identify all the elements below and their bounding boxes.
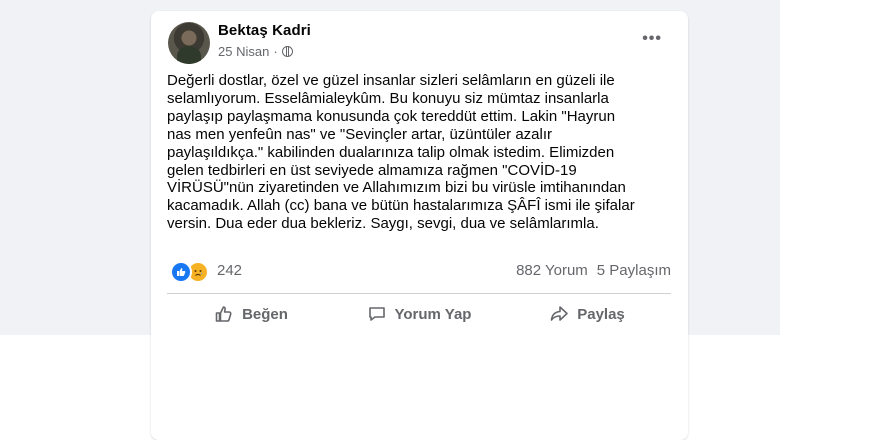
right-margin <box>780 0 880 440</box>
author-avatar[interactable] <box>168 22 210 64</box>
post-text: Değerli dostlar, özel ve güzel insanlar … <box>167 72 635 233</box>
post-card: Bektaş Kadri 25 Nisan · ••• Değerli dost… <box>151 11 688 440</box>
more-options-icon[interactable]: ••• <box>642 30 662 48</box>
comment-count[interactable]: 882 Yorum <box>516 262 588 279</box>
post-stats: 882 Yorum 5 Paylaşım <box>516 262 671 279</box>
actions-divider <box>167 293 671 294</box>
comment-button[interactable]: Yorum Yap <box>335 297 503 331</box>
like-icon <box>170 261 192 283</box>
share-label: Paylaş <box>577 305 625 323</box>
reaction-icons[interactable] <box>170 261 209 283</box>
thumbs-up-icon <box>215 306 232 322</box>
comment-label: Yorum Yap <box>394 305 472 323</box>
post-date[interactable]: 25 Nisan <box>218 44 269 59</box>
author-name[interactable]: Bektaş Kadri <box>218 22 311 39</box>
share-count[interactable]: 5 Paylaşım <box>597 262 671 279</box>
globe-icon <box>281 46 293 57</box>
reaction-count[interactable]: 242 <box>217 262 242 279</box>
reactions-row: 242 882 Yorum 5 Paylaşım <box>167 261 671 283</box>
like-label: Beğen <box>242 305 288 323</box>
post-actions: Beğen Yorum Yap Paylaş <box>167 297 671 331</box>
like-button[interactable]: Beğen <box>167 297 335 331</box>
share-icon <box>550 306 569 321</box>
share-button[interactable]: Paylaş <box>503 297 671 331</box>
meta-separator: · <box>273 44 278 59</box>
comment-icon <box>368 307 385 321</box>
post-meta: 25 Nisan · <box>218 44 293 59</box>
